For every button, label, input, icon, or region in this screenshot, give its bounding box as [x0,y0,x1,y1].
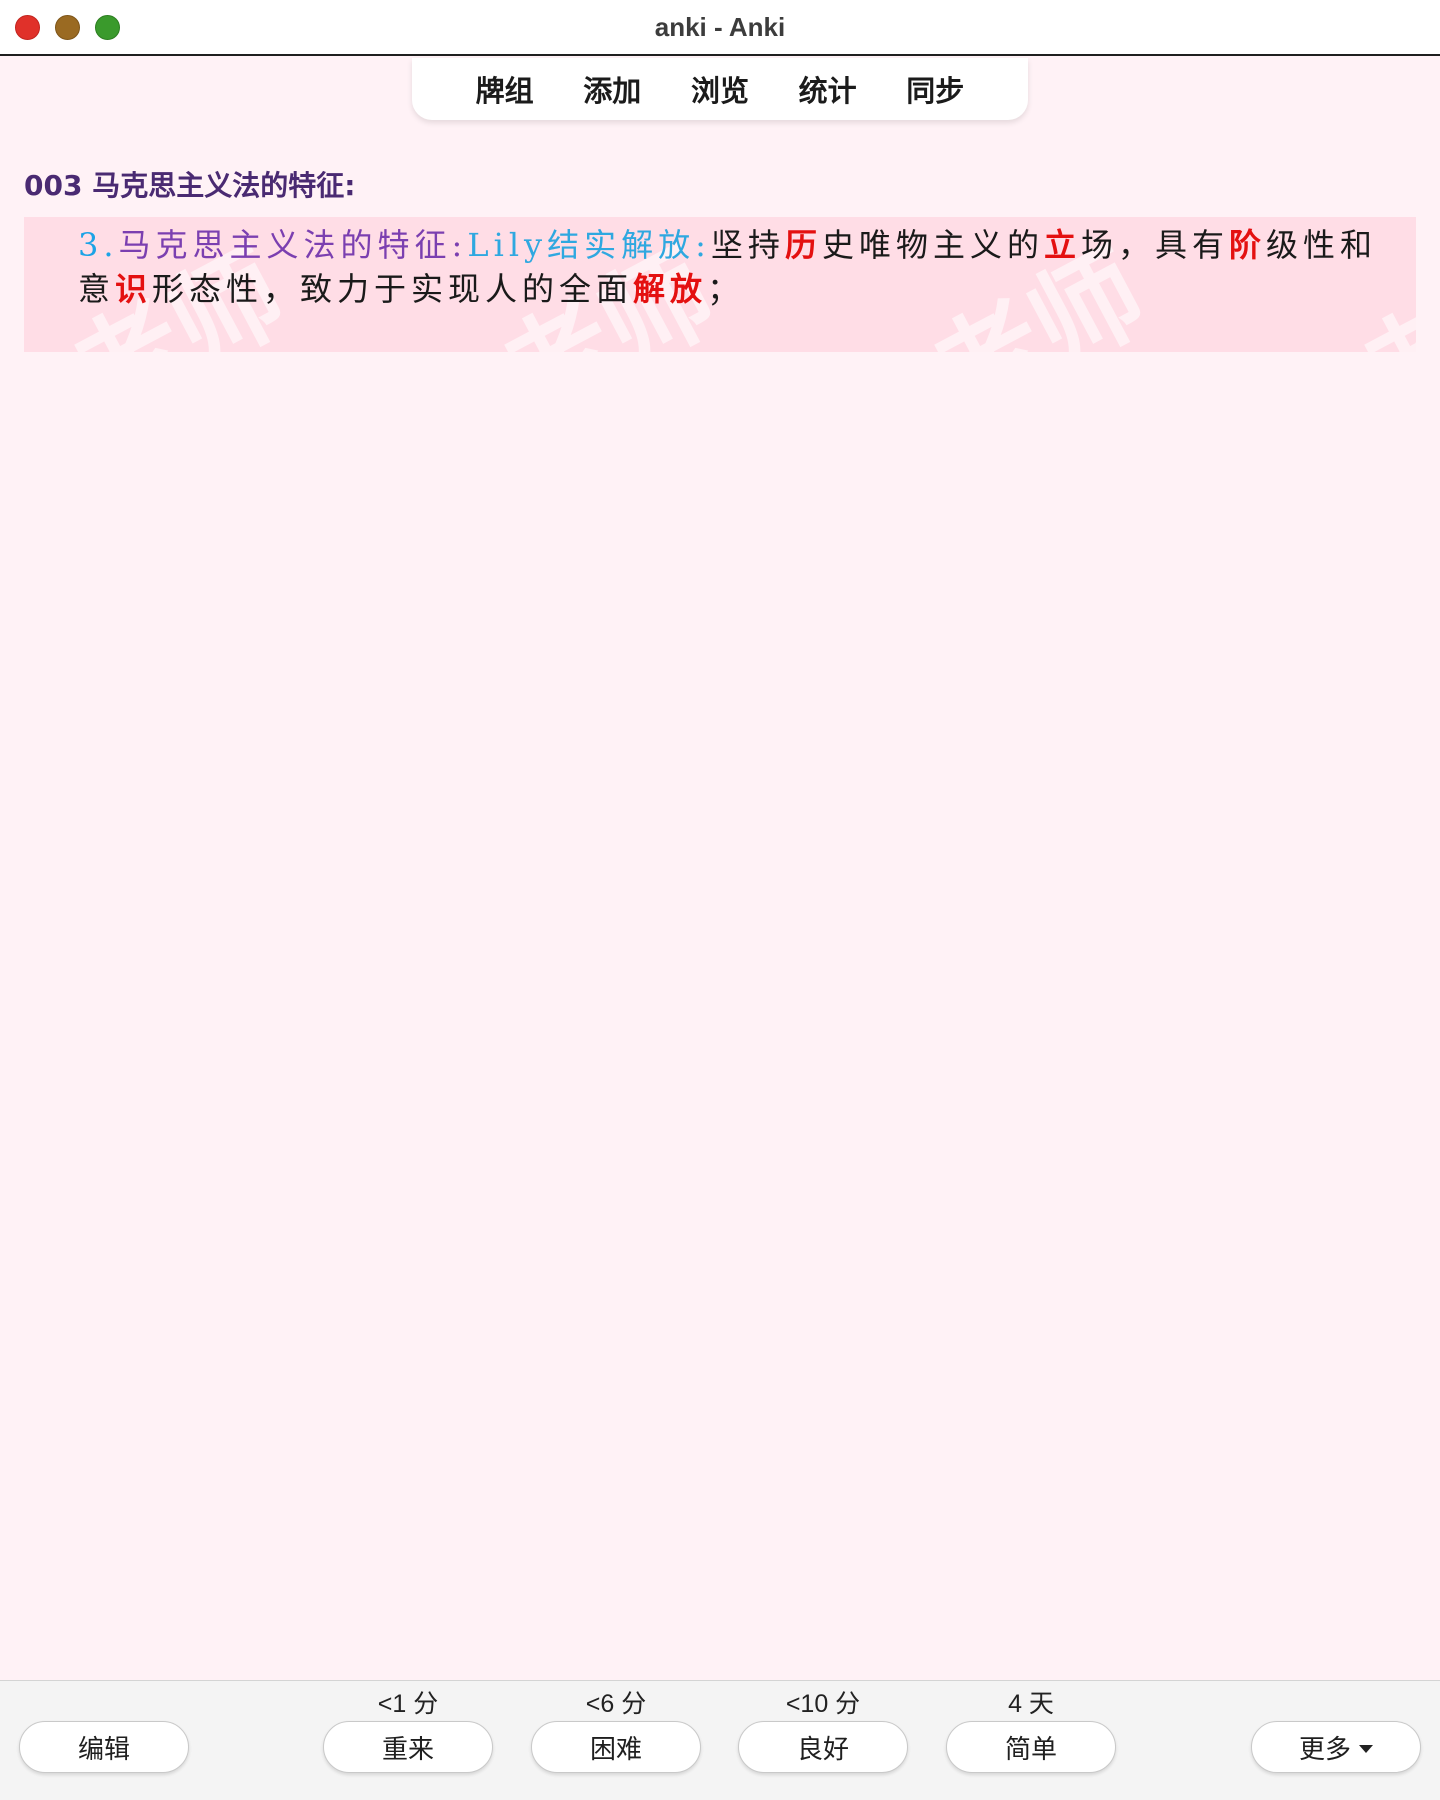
card-segment: 场，具有 [1080,226,1229,264]
card-segment: 解放 [633,270,708,308]
card-answer-box: 老师 老师 老师 老师 3.马克思主义法的特征:Lily结实解放:坚持历史唯物主… [24,217,1416,352]
card-segment: 识 [115,270,153,308]
easy-button[interactable]: 简单 [946,1721,1116,1773]
toolbar-add[interactable]: 添加 [577,64,647,114]
card-segment: ； [707,270,745,308]
again-button[interactable]: 重来 [323,1721,493,1773]
card-question-title: 003 马克思主义法的特征: [24,169,356,202]
card-segment: 马克思主义法的特征: [118,226,468,264]
card-segment: Lily结实解放: [467,226,711,264]
toolbar-decks[interactable]: 牌组 [470,64,540,114]
more-button[interactable]: 更多 [1251,1721,1421,1773]
main-toolbar: 牌组 添加 浏览 统计 同步 [412,58,1028,120]
toolbar-stats[interactable]: 统计 [793,64,863,114]
card-segment: 史唯物主义的 [821,226,1044,264]
edit-button[interactable]: 编辑 [19,1721,189,1773]
interval-easy: 4 天 [1008,1690,1054,1718]
more-button-label: 更多 [1298,1734,1351,1765]
card-segment: 阶 [1229,226,1267,264]
hard-button[interactable]: 困难 [531,1721,701,1773]
toolbar-browse[interactable]: 浏览 [685,64,755,114]
anki-window: anki - Anki 牌组 添加 浏览 统计 同步 003 马克思主义法的特征… [0,0,1440,1800]
card-segment: 3. [78,226,119,264]
card-segment: 形态性，致力于实现人的全面 [152,270,634,308]
title-bar[interactable]: anki - Anki [0,0,1440,56]
interval-hard: <6 分 [585,1690,647,1718]
card-answer-text: 3.马克思主义法的特征:Lily结实解放:坚持历史唯物主义的立场，具有阶级性和意… [78,223,1398,311]
good-button[interactable]: 良好 [738,1721,908,1773]
toolbar-sync[interactable]: 同步 [900,64,970,114]
interval-good: <10 分 [785,1690,861,1718]
chevron-down-icon [1359,1745,1373,1753]
window-title: anki - Anki [654,12,786,42]
card-segment: 坚持 [710,226,785,264]
card-segment: 立 [1043,226,1081,264]
review-bottom-bar [0,1680,1440,1800]
card-segment: 历 [784,226,822,264]
interval-again: <1 分 [377,1690,439,1718]
